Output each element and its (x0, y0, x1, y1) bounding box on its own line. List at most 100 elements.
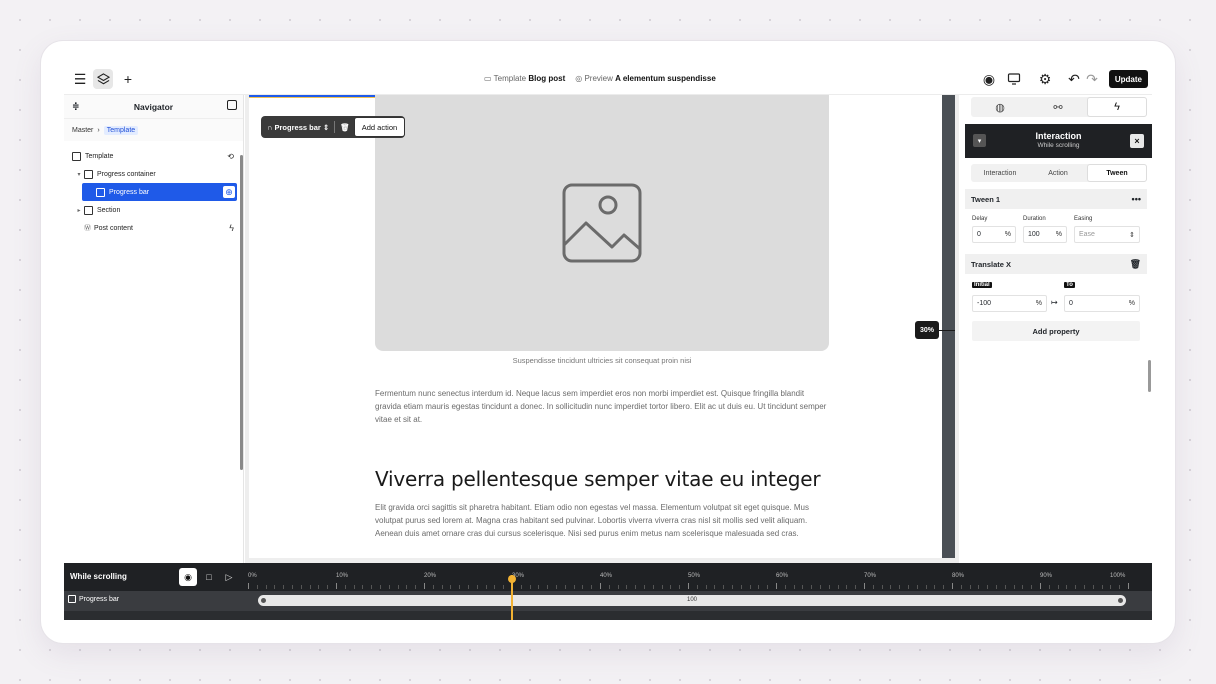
ruler-minor-tick (1004, 585, 1006, 589)
panel-scrollbar[interactable] (1148, 360, 1151, 392)
tree-item-progress-bar[interactable]: Progress bar ⊕ (82, 183, 237, 201)
settings-tab-icon[interactable]: ⚯ (1029, 97, 1087, 117)
canvas-scrollbar[interactable] (942, 95, 955, 558)
timeline-row-label: Progress bar (68, 595, 119, 603)
playhead-handle[interactable] (508, 575, 516, 583)
initial-value: -100 (977, 300, 992, 307)
subtab-interaction[interactable]: Interaction (971, 164, 1029, 182)
ruler-minor-tick (1128, 583, 1129, 589)
chevron-right-icon: › (97, 126, 100, 134)
ruler-minor-tick (432, 585, 434, 589)
ruler-minor-tick (1048, 585, 1050, 589)
ruler-minor-tick (1022, 585, 1024, 589)
navigator-title: Navigator (133, 101, 174, 112)
easing-select[interactable]: Ease ⇕ (1074, 226, 1140, 243)
template-preview-info: ▭ Template Blog post ◎ Preview A element… (484, 74, 716, 83)
updown-icon[interactable]: ⇕ (323, 123, 329, 132)
tree-item-section[interactable]: ▸ Section (64, 201, 240, 219)
ruler-minor-tick (855, 585, 857, 589)
lightning-icon[interactable]: ϟ (229, 223, 234, 233)
ruler-minor-tick (881, 585, 883, 589)
redo-icon[interactable]: ↷ (1082, 69, 1102, 89)
navigator-scrollbar[interactable] (240, 155, 243, 470)
ruler-minor-tick (987, 585, 989, 589)
interactions-tab-icon[interactable]: ϟ (1087, 97, 1147, 117)
preview-info[interactable]: ◎ Preview A elementum suspendisse (575, 74, 716, 83)
breadcrumb-master[interactable]: Master (72, 127, 93, 134)
ruler-minor-tick (485, 585, 487, 589)
element-label[interactable]: Progress bar (275, 123, 321, 132)
preview-eye-icon[interactable]: ◉ (979, 69, 999, 89)
stop-icon[interactable]: □ (200, 568, 218, 586)
undo-icon[interactable]: ↶ (1064, 69, 1084, 89)
tween-title: Tween 1 (971, 194, 1001, 204)
ruler-minor-tick (256, 585, 258, 589)
collapse-icon[interactable]: ≑ (72, 101, 80, 112)
image-placeholder[interactable] (375, 95, 829, 351)
ruler-minor-tick (793, 585, 795, 589)
ruler-minor-tick (872, 585, 874, 589)
tree-item-progress-container[interactable]: ▾ Progress container (64, 165, 240, 183)
delay-field[interactable]: 0 % (972, 226, 1016, 243)
ruler-minor-tick (556, 585, 557, 589)
ruler-minor-tick (547, 585, 549, 589)
timeline-row[interactable]: Progress bar 100 (64, 591, 1152, 611)
more-icon[interactable]: ••• (1132, 194, 1141, 204)
ruler-minor-tick (362, 585, 364, 589)
ruler-minor-tick (908, 585, 909, 589)
duration-field[interactable]: 100 % (1023, 226, 1067, 243)
timeline-ruler[interactable]: 0% 10% 20% 30% 40% 50% 60% 70% 80% 90% 100% (245, 563, 1152, 591)
style-tab-icon[interactable]: ◍ (971, 97, 1029, 117)
update-button[interactable]: Update (1108, 70, 1148, 88)
ruler-minor-tick (397, 585, 399, 589)
ruler-minor-tick (573, 585, 575, 589)
add-icon[interactable]: + (118, 69, 138, 89)
preview-eye-icon[interactable]: ◉ (179, 568, 197, 586)
subtab-tween[interactable]: Tween (1087, 164, 1147, 182)
initial-field[interactable]: -100 % (972, 295, 1047, 312)
ruler-minor-tick (740, 585, 742, 589)
trash-icon[interactable]: 🗑 (1130, 259, 1141, 270)
ruler-minor-tick (978, 585, 980, 589)
desktop-icon[interactable] (1004, 69, 1024, 89)
duration-value: 100 (1028, 231, 1040, 238)
row-label-text: Progress bar (79, 595, 120, 603)
target-icon[interactable]: ⟲ (227, 152, 234, 161)
page-preview: ∩ Progress bar ⇕ 🗑 Add action Suspendiss… (249, 95, 943, 558)
ruler-minor-tick (371, 585, 373, 589)
to-field[interactable]: 0 % (1064, 295, 1140, 312)
ruler-minor-tick (283, 585, 285, 589)
ruler-minor-tick (705, 585, 707, 589)
settings-icon[interactable]: ⚙ (1035, 69, 1055, 89)
trash-icon[interactable]: 🗑 (340, 123, 350, 132)
tween-section-header[interactable]: Tween 1 ••• (965, 189, 1147, 209)
tree-item-post-content[interactable]: Ⓦ Post content ϟ (64, 219, 240, 237)
panel-toggle-icon[interactable] (227, 100, 237, 110)
add-action-button[interactable]: Add action (353, 117, 406, 137)
template-info[interactable]: ▭ Template Blog post (484, 74, 565, 83)
subtab-action[interactable]: Action (1029, 164, 1087, 182)
translate-section-header[interactable]: Translate X 🗑 (965, 254, 1147, 274)
caret-down-icon[interactable]: ▾ (74, 171, 84, 178)
interaction-target-icon[interactable]: ⊕ (223, 186, 235, 198)
breadcrumb: Master › Template (64, 119, 243, 141)
tween-end-handle[interactable] (1118, 598, 1123, 603)
breadcrumb-template[interactable]: Template (103, 125, 139, 135)
add-property-button[interactable]: Add property (972, 321, 1140, 341)
tween-bar[interactable]: 100 (258, 595, 1126, 606)
ruler-minor-tick (344, 585, 346, 589)
close-icon[interactable]: × (1130, 134, 1144, 148)
tree-item-template[interactable]: Template ⟲ (64, 147, 240, 165)
ruler-minor-tick (1101, 585, 1103, 589)
ruler-minor-tick (934, 585, 936, 589)
ruler-minor-tick (450, 585, 452, 589)
toolbar-divider (334, 121, 336, 133)
ruler-minor-tick (309, 585, 311, 589)
easing-label: Easing (1074, 216, 1093, 222)
caret-right-icon[interactable]: ▸ (74, 207, 84, 214)
ruler-minor-tick (943, 585, 945, 589)
menu-icon[interactable]: ☰ (70, 69, 90, 89)
layers-icon[interactable] (93, 69, 113, 89)
navigator-tree: Template ⟲ ▾ Progress container Progress… (64, 147, 240, 237)
play-icon[interactable]: ▷ (220, 568, 238, 586)
